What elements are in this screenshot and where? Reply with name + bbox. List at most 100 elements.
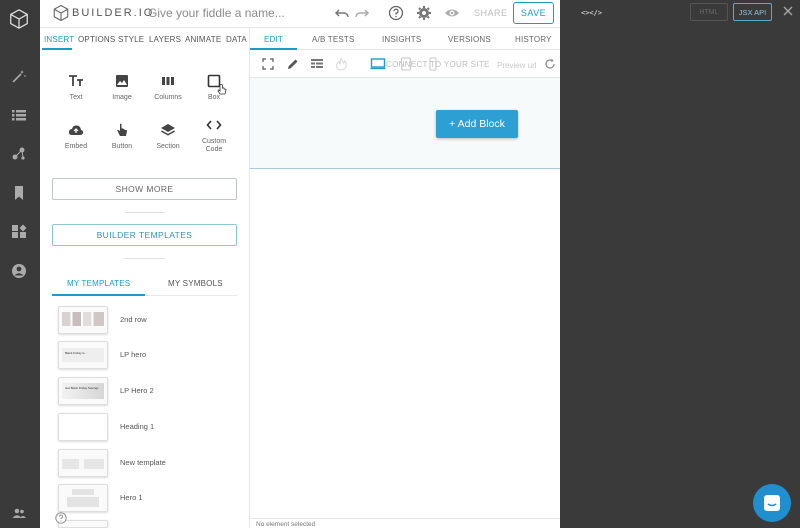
columns-icon — [162, 77, 174, 85]
builder-cube-icon[interactable] — [8, 8, 30, 30]
block-label: Image — [112, 94, 132, 101]
template-name: 2nd row — [120, 315, 147, 324]
close-icon[interactable] — [783, 6, 793, 16]
tab-insert[interactable]: INSERT — [44, 35, 74, 44]
table-edit-icon[interactable] — [310, 57, 324, 71]
fire-icon[interactable] — [334, 57, 348, 71]
text-icon — [69, 75, 83, 86]
block-image[interactable]: Image — [102, 74, 142, 114]
block-text[interactable]: Text — [56, 74, 96, 114]
template-name: Hero 1 — [120, 493, 143, 502]
fiddle-name-input[interactable] — [148, 4, 323, 22]
layers-icon — [161, 124, 175, 136]
block-columns[interactable]: Columns — [148, 74, 188, 114]
template-thumbnail — [58, 306, 108, 334]
block-label: Embed — [64, 143, 88, 150]
editor-toolbar: CONNECT TO YOUR SITE — [250, 50, 560, 78]
tab-history[interactable]: HISTORY — [515, 35, 552, 44]
cloud-upload-icon — [68, 125, 84, 135]
template-item[interactable]: New template — [58, 449, 238, 477]
block-label: Text — [69, 94, 83, 101]
template-thumbnail: Black Friday is... — [58, 341, 108, 369]
insert-panel: INSERT OPTIONS STYLE LAYERS ANIMATE DATA… — [40, 28, 250, 528]
refresh-icon[interactable] — [544, 57, 556, 71]
tab-my-templates[interactable]: MY TEMPLATES — [67, 279, 130, 288]
template-name: Heading 1 — [120, 422, 155, 431]
tab-edit[interactable]: EDIT — [264, 35, 283, 44]
block-button[interactable]: Button — [102, 123, 142, 163]
block-custom-code[interactable]: Custom Code — [194, 118, 234, 158]
show-more-button[interactable]: SHOW MORE — [52, 178, 237, 200]
top-bar: BUILDER.IO SHARE SAVE — [40, 0, 560, 28]
divider — [145, 295, 237, 296]
desktop-icon[interactable] — [370, 57, 386, 71]
content-drop-zone[interactable]: + Add Block — [250, 78, 560, 169]
tab-options[interactable]: OPTIONS — [78, 35, 115, 44]
preview-url-input[interactable] — [497, 59, 545, 71]
left-rail — [0, 0, 40, 528]
undo-icon[interactable] — [334, 5, 350, 21]
template-item[interactable]: Get Black Friday Savings LP Hero 2 — [58, 377, 238, 405]
block-label: Columns — [154, 94, 182, 101]
status-text: No element selected — [256, 521, 316, 528]
account-icon[interactable] — [10, 262, 28, 280]
eye-icon[interactable] — [444, 5, 460, 21]
status-bar: No element selected — [250, 518, 560, 528]
list-icon[interactable] — [10, 106, 28, 124]
share-button[interactable]: SHARE — [474, 8, 508, 18]
editor-tabs: EDIT A/B TESTS INSIGHTS VERSIONS HISTORY — [250, 28, 560, 50]
save-button[interactable]: SAVE — [513, 2, 554, 24]
html-button[interactable]: HTML — [690, 3, 728, 21]
block-box[interactable]: Box — [194, 74, 234, 114]
jsx-api-button[interactable]: JSX API — [733, 3, 772, 21]
magic-wand-icon[interactable] — [10, 67, 28, 85]
tab-data[interactable]: DATA — [226, 35, 247, 44]
pencil-icon[interactable] — [286, 57, 300, 71]
template-item[interactable]: Hero 1 — [58, 484, 238, 512]
block-section[interactable]: Section — [148, 123, 188, 163]
tab-my-symbols[interactable]: MY SYMBOLS — [168, 279, 223, 288]
fullscreen-icon[interactable] — [262, 58, 274, 70]
hand-cursor-icon — [217, 84, 227, 95]
template-name: LP Hero 2 — [120, 386, 154, 395]
template-item[interactable]: Heading 1 — [58, 413, 238, 441]
editor-canvas[interactable]: + Add Block — [250, 78, 560, 518]
block-label: Section — [156, 143, 180, 150]
template-name: LP hero — [120, 350, 147, 359]
divider — [125, 212, 165, 213]
tab-versions[interactable]: VERSIONS — [448, 35, 491, 44]
help-icon[interactable] — [55, 512, 67, 524]
tab-ab-tests[interactable]: A/B TESTS — [312, 35, 355, 44]
pointer-icon — [117, 123, 127, 136]
panel-tabs: INSERT OPTIONS STYLE LAYERS ANIMATE DATA — [40, 28, 250, 50]
team-icon[interactable] — [10, 504, 28, 522]
brand-name: BUILDER.IO — [72, 7, 155, 19]
block-label: Custom Code — [201, 138, 227, 153]
thumbnail-text: Get Black Friday Savings — [65, 386, 99, 390]
tab-animate[interactable]: ANIMATE — [185, 35, 221, 44]
active-tab-indicator — [52, 294, 145, 296]
code-output: <></> — [581, 9, 603, 17]
template-thumbnail — [58, 449, 108, 477]
image-icon — [116, 75, 128, 87]
chat-button[interactable] — [753, 484, 791, 522]
redo-icon[interactable] — [354, 5, 370, 21]
connect-site-label[interactable]: CONNECT TO YOUR SITE — [386, 60, 490, 69]
widgets-icon[interactable] — [10, 223, 28, 241]
tab-style[interactable]: STYLE — [118, 35, 144, 44]
tab-insights[interactable]: INSIGHTS — [382, 35, 421, 44]
template-item[interactable] — [58, 520, 238, 528]
tab-layers[interactable]: LAYERS — [149, 35, 181, 44]
builder-templates-button[interactable]: BUILDER TEMPLATES — [52, 224, 237, 246]
help-circle-icon[interactable] — [388, 5, 404, 21]
add-block-button[interactable]: + Add Block — [436, 110, 518, 138]
template-item[interactable]: Black Friday is... LP hero — [58, 341, 238, 369]
thumbnail-text: Black Friday is... — [65, 351, 88, 355]
block-embed[interactable]: Embed — [56, 123, 96, 163]
template-thumbnail — [58, 484, 108, 512]
graph-nodes-icon[interactable] — [10, 145, 28, 163]
gear-icon[interactable] — [416, 5, 432, 21]
template-item[interactable]: 2nd row — [58, 306, 238, 334]
block-label: Button — [111, 143, 133, 150]
bookmark-icon[interactable] — [10, 184, 28, 202]
